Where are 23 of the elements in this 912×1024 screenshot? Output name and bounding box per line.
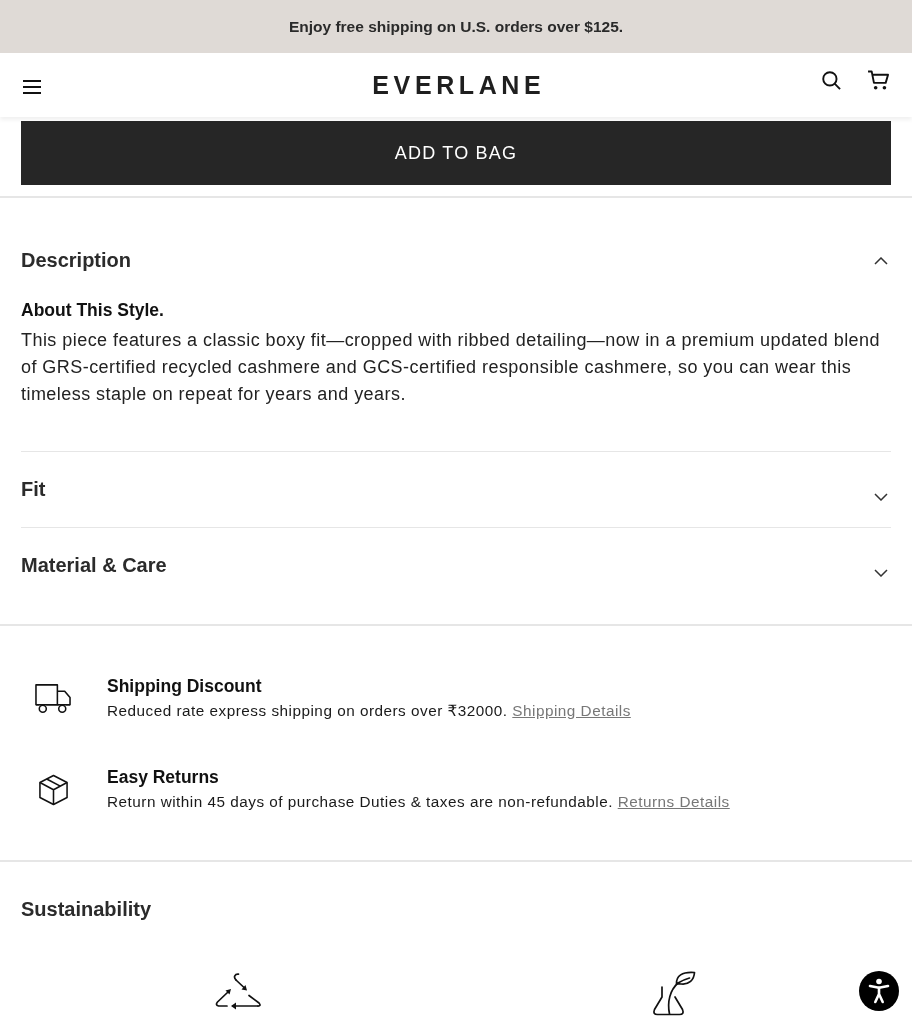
- hanger-recycle-icon: [214, 973, 262, 1011]
- accordion-toggle[interactable]: Description: [21, 223, 891, 298]
- box-icon: [37, 773, 69, 806]
- accordion-toggle[interactable]: Fit: [21, 452, 891, 527]
- announcement-text: Enjoy free shipping on U.S. orders over $125.: [288, 17, 624, 36]
- cart-icon[interactable]: [868, 70, 890, 90]
- details-link[interactable]: Shipping Details: [512, 702, 631, 719]
- perk-description: Return within 45 days of purchase Duties & taxes are non-refundable. Returns Details: [107, 792, 730, 812]
- perk-title: Easy Returns: [107, 766, 220, 789]
- flask-leaf-icon: [652, 970, 696, 1016]
- logo[interactable]: EVERLANE: [372, 70, 546, 100]
- accessibility-icon[interactable]: [859, 971, 899, 1011]
- style-heading: About This Style.: [21, 299, 165, 321]
- menu-icon[interactable]: [23, 80, 41, 94]
- search-icon[interactable]: [822, 70, 841, 90]
- add-to-bag-button[interactable]: ADD TO BAG: [21, 121, 891, 185]
- description-text: This piece features a classic boxy fit—cropped with ribbed detailing—now in a premium updated blend of GRS-certified recycled cashmere and GCS-certified responsible cashmere, so you can wear this timeless staple on repeat for years and years.: [21, 329, 881, 406]
- accordion-toggle[interactable]: Material & Care: [21, 528, 891, 603]
- section-heading: Sustainability: [21, 897, 153, 922]
- details-link[interactable]: Returns Details: [617, 793, 730, 810]
- perk-description: Reduced rate express shipping on orders over ₹32000. Shipping Details: [107, 701, 631, 721]
- perk-title: Shipping Discount: [107, 675, 263, 698]
- truck-icon: [35, 683, 71, 714]
